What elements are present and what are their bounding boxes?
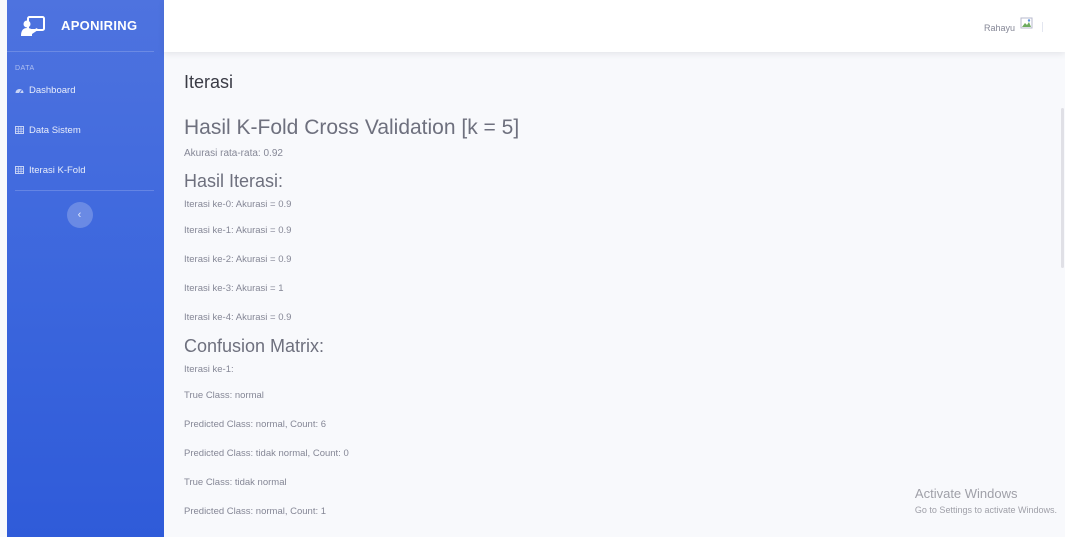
confusion-matrix-heading: Confusion Matrix: <box>184 336 325 356</box>
iteration-result: Iterasi ke-0: Akurasi = 0.9 <box>184 199 292 210</box>
iterations-heading: Hasil Iterasi: <box>184 171 284 191</box>
scrollbar-thumb[interactable] <box>1061 108 1064 268</box>
sidebar-item-iterasi-k-fold[interactable]: Iterasi K-Fold <box>7 156 164 184</box>
average-accuracy: Akurasi rata-rata: 0.92 <box>184 148 283 159</box>
confusion-line: Iterasi ke-1: <box>184 364 234 375</box>
brand-name: APONIRING <box>61 18 138 33</box>
table-icon <box>15 166 24 174</box>
kfold-heading: Hasil K-Fold Cross Validation [k = 5] <box>184 116 520 139</box>
dashboard-icon <box>15 86 24 94</box>
sidebar-item-data-sistem[interactable]: Data Sistem <box>7 116 164 144</box>
iteration-result: Iterasi ke-3: Akurasi = 1 <box>184 283 284 294</box>
topbar-divider <box>1042 22 1043 32</box>
confusion-line: Predicted Class: normal, Count: 6 <box>184 419 327 430</box>
table-icon <box>15 126 24 134</box>
sidebar-item-dashboard[interactable]: Dashboard <box>7 76 164 104</box>
confusion-line: Predicted Class: tidak normal, Count: 0 <box>184 448 349 459</box>
main-content: Iterasi Hasil K-Fold Cross Validation [k… <box>184 66 1065 532</box>
sidebar-item-label: Iterasi K-Fold <box>29 164 86 176</box>
page-scrollbar[interactable] <box>1059 52 1065 537</box>
watermark-subtitle: Go to Settings to activate Windows. <box>914 505 1057 515</box>
user-name: Rahayu <box>983 22 1015 33</box>
sidebar-divider <box>15 190 154 191</box>
iteration-result: Iterasi ke-2: Akurasi = 0.9 <box>184 254 292 265</box>
sidebar-item-label: Data Sistem <box>29 124 81 136</box>
page-title: Iterasi <box>184 72 234 92</box>
sidebar-toggle-button[interactable]: ‹ <box>66 202 93 228</box>
user-menu[interactable]: Rahayu <box>983 17 1035 35</box>
sidebar-item-label: Dashboard <box>29 84 76 96</box>
watermark-title: Activate Windows <box>914 486 1018 501</box>
sidebar-heading: DATA <box>15 65 35 72</box>
activate-windows-watermark: Activate Windows Go to Settings to activ… <box>915 486 1057 515</box>
chalkboard-teacher-icon <box>21 15 45 37</box>
iteration-result: Iterasi ke-1: Akurasi = 0.9 <box>184 225 292 236</box>
broken-image-icon <box>1020 16 1035 31</box>
sidebar: APONIRING DATA Dashboard Data Sistem Ite… <box>7 0 164 537</box>
sidebar-brand[interactable]: APONIRING <box>7 0 154 52</box>
chevron-left-icon: ‹ <box>77 209 82 221</box>
confusion-line: True Class: normal <box>184 390 264 401</box>
topbar: Rahayu <box>164 0 1065 52</box>
